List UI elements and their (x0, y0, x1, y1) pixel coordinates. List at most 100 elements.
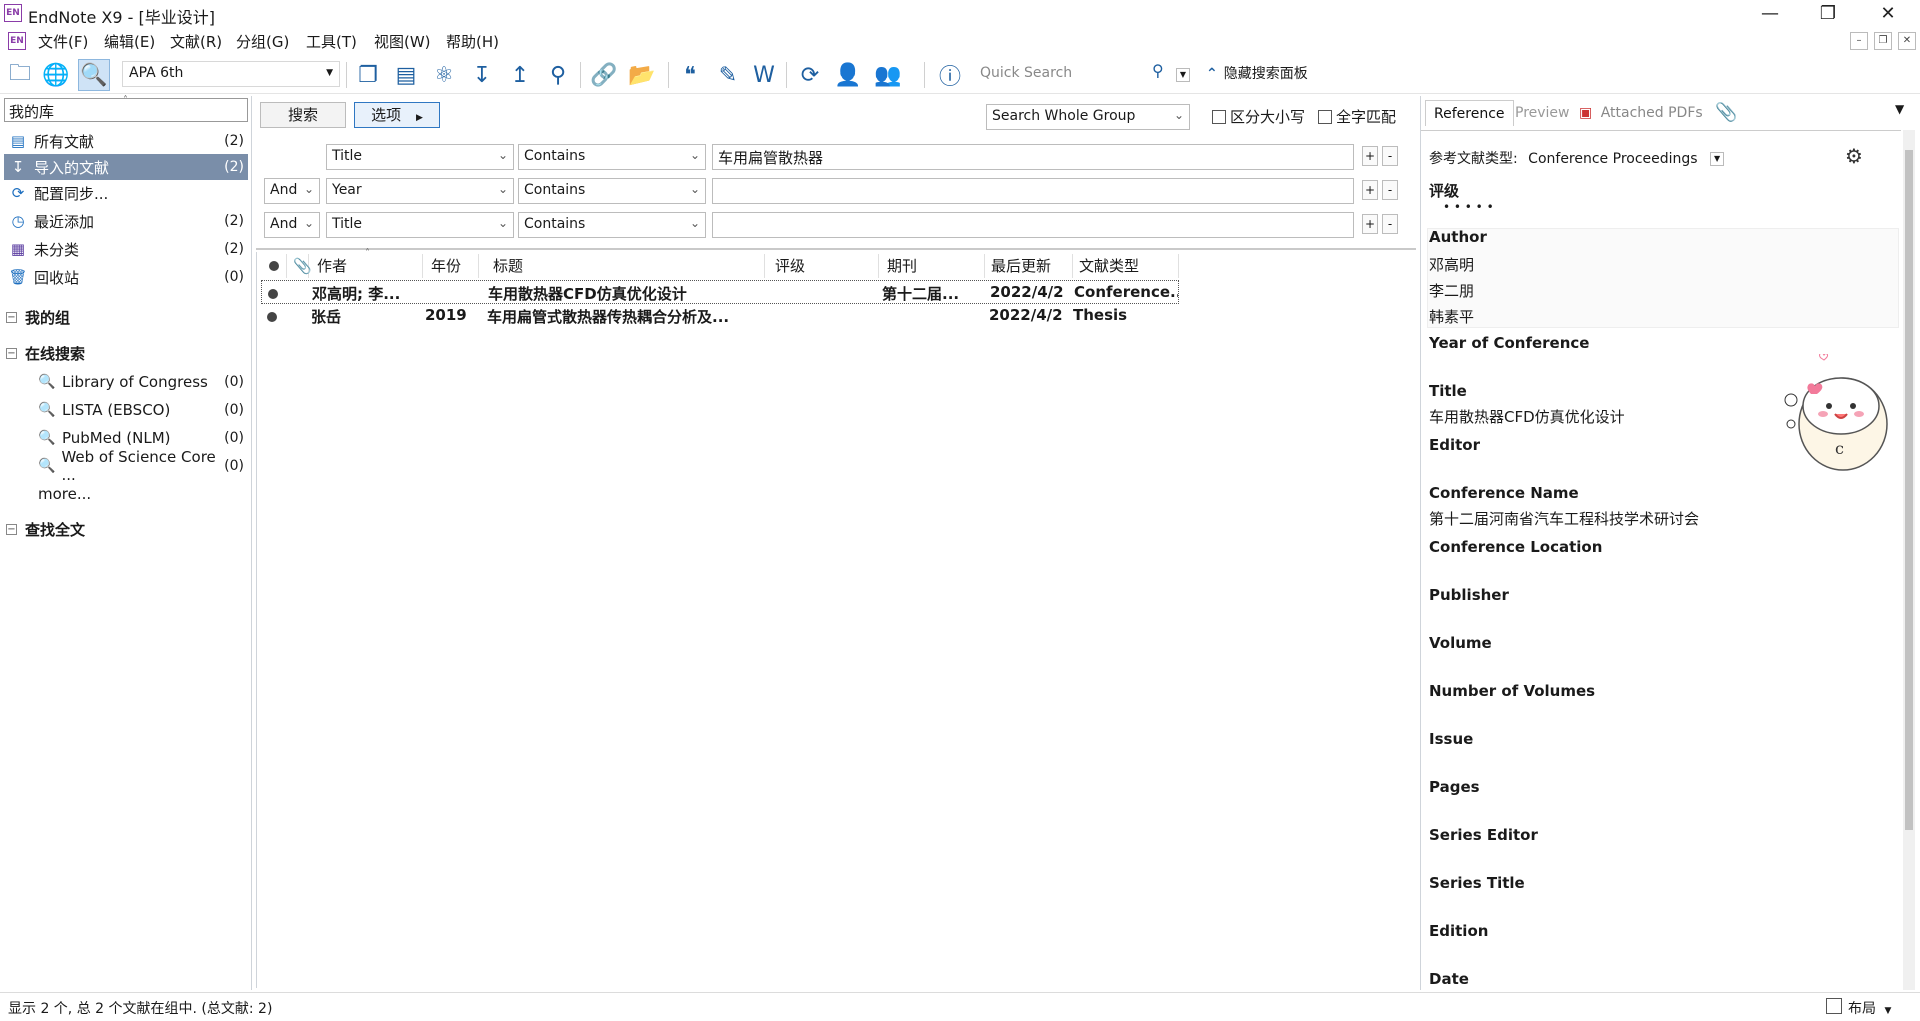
table-row[interactable]: 邓高明; 李... 车用散热器CFD仿真优化设计 第十二届... 2022/4/… (261, 280, 1179, 304)
restore-button[interactable]: ❐ (1800, 0, 1856, 28)
search-bool-select-3[interactable]: And ⌄ (264, 212, 320, 238)
column-header-title[interactable]: 标题 (487, 254, 765, 278)
sidebar-item-trash[interactable]: 🗑 回收站 (0) (4, 264, 248, 290)
insert-citation-icon[interactable]: ❝ (674, 59, 706, 91)
menu-window[interactable]: 视图(W) (374, 31, 431, 52)
sidebar-item-all-references[interactable]: ▤ 所有文献 (2) (4, 128, 248, 154)
column-header-journal[interactable]: 期刊 (881, 254, 985, 278)
read-status-column-header[interactable] (263, 254, 287, 278)
match-words-checkbox[interactable]: 全字匹配 (1318, 106, 1396, 127)
search-operator-select-3[interactable]: Contains ⌄ (518, 212, 706, 238)
add-row-button[interactable]: + (1362, 146, 1378, 166)
menu-groups[interactable]: 分组(G) (236, 31, 289, 52)
online-search-header[interactable]: − 在线搜索 (6, 342, 85, 364)
checkbox-box[interactable] (1212, 109, 1226, 124)
search-field-select-3[interactable]: Title ⌄ (326, 212, 514, 238)
panel-menu-dropdown[interactable]: ▼ (1895, 102, 1904, 116)
checkbox-box[interactable] (1318, 109, 1332, 124)
column-header-reference-type[interactable]: 文献类型 (1073, 254, 1179, 278)
find-fulltext-icon[interactable]: ⚲ (542, 59, 574, 91)
search-icon[interactable]: ⚲ (1152, 61, 1164, 80)
collapse-icon[interactable]: − (6, 523, 17, 535)
search-field-select-1[interactable]: Title ⌄ (326, 144, 514, 170)
sidebar-item-configure-sync[interactable]: ⟳ 配置同步... (4, 180, 248, 206)
layout-icon[interactable] (1826, 998, 1842, 1014)
column-header-rating[interactable]: 评级 (769, 254, 879, 278)
sidebar-item-imported-references[interactable]: ↧ 导入的文献 (2) (4, 154, 248, 180)
menu-file[interactable]: 文件(F) (38, 31, 88, 52)
my-library-header[interactable]: 我的库 ˄ (4, 95, 248, 122)
author-field[interactable] (1427, 228, 1899, 328)
doc-restore-button[interactable]: ❐ (1874, 32, 1892, 50)
table-row[interactable]: 张岳 2019 车用扁管式散热器传热耦合分析及... 2022/4/2 Thes… (261, 304, 1179, 328)
sidebar-item-unfiled[interactable]: ▦ 未分类 (2) (4, 236, 248, 262)
search-bool-select-2[interactable]: And ⌄ (264, 178, 320, 204)
tab-reference[interactable]: Reference (1425, 100, 1514, 126)
search-field-select-2[interactable]: Year ⌄ (326, 178, 514, 204)
collapse-icon[interactable]: − (6, 311, 17, 323)
add-row-button[interactable]: + (1362, 180, 1378, 200)
search-button[interactable]: 搜索 (260, 102, 346, 128)
online-search-icon[interactable]: ⚛ (428, 59, 460, 91)
rating-dots[interactable]: • • • • • (1443, 200, 1494, 214)
format-bibliography-icon[interactable]: ✎ (712, 59, 744, 91)
match-case-checkbox[interactable]: 区分大小写 (1212, 106, 1305, 127)
search-term-input-3[interactable] (712, 212, 1354, 238)
reference-panel-scrollbar[interactable] (1903, 130, 1915, 990)
doc-close-button[interactable]: ✕ (1898, 32, 1916, 50)
help-icon[interactable]: ⓘ (934, 59, 966, 91)
collapse-icon[interactable]: − (6, 347, 17, 359)
remove-row-button[interactable]: - (1382, 214, 1398, 234)
menu-references[interactable]: 文献(R) (170, 31, 222, 52)
new-reference-icon[interactable]: ▤ (390, 59, 422, 91)
doc-minimize-button[interactable]: – (1850, 32, 1868, 50)
quick-search-input[interactable]: Quick Search (976, 61, 1152, 87)
find-fulltext-header[interactable]: − 查找全文 (6, 518, 85, 540)
layout-button[interactable]: 布局 ▼ (1848, 998, 1891, 1018)
menu-help[interactable]: 帮助(H) (446, 31, 499, 52)
close-button[interactable]: ✕ (1860, 0, 1916, 28)
column-header-last-updated[interactable]: 最后更新 (985, 254, 1073, 278)
attachment-column-header[interactable]: 📎 (287, 254, 312, 278)
search-operator-select-2[interactable]: Contains ⌄ (518, 178, 706, 204)
minimize-button[interactable]: — (1742, 0, 1798, 28)
open-link-icon[interactable]: 🔗 (588, 59, 620, 91)
share-library-icon[interactable]: 👤 (832, 59, 864, 91)
online-search-mode-icon[interactable]: 🌐 (40, 59, 72, 91)
scrollbar-thumb[interactable] (1905, 150, 1913, 830)
tab-attached-pdfs[interactable]: ▣ Attached PDFs (1571, 100, 1711, 126)
activity-feed-icon[interactable]: 👥 (872, 59, 904, 91)
gear-icon[interactable]: ⚙ (1845, 144, 1863, 168)
online-item-lista[interactable]: 🔍 LISTA (EBSCO) (0) (38, 398, 248, 422)
online-more-link[interactable]: more... (38, 482, 248, 506)
add-row-button[interactable]: + (1362, 214, 1378, 234)
online-item-web-of-science[interactable]: 🔍 Web of Science Core ... (0) (38, 448, 248, 484)
output-style-select[interactable]: APA 6th ▼ (122, 61, 340, 87)
integrated-library-mode-icon[interactable]: 🔍 (78, 59, 110, 91)
options-button[interactable]: 选项 ▶ (354, 102, 440, 128)
quick-search-options-dropdown[interactable]: ▼ (1176, 68, 1190, 82)
copy-to-library-icon[interactable]: ❐ (352, 59, 384, 91)
sidebar-item-recently-added[interactable]: ◷ 最近添加 (2) (4, 208, 248, 234)
remove-row-button[interactable]: - (1382, 146, 1398, 166)
open-file-icon[interactable]: 📂 (626, 59, 658, 91)
menu-tools[interactable]: 工具(T) (306, 31, 357, 52)
paperclip-icon[interactable]: 📎 (1715, 102, 1737, 123)
document-icon[interactable]: EN (8, 32, 26, 50)
field-value-title[interactable]: 车用散热器CFD仿真优化设计 (1429, 406, 1625, 427)
my-groups-header[interactable]: − 我的组 (6, 306, 70, 328)
column-header-year[interactable]: 年份 (425, 254, 479, 278)
search-term-input-1[interactable]: 车用扁管散热器 (712, 144, 1354, 170)
search-operator-select-1[interactable]: Contains ⌄ (518, 144, 706, 170)
online-item-pubmed[interactable]: 🔍 PubMed (NLM) (0) (38, 426, 248, 450)
search-scope-select[interactable]: Search Whole Group ⌄ (986, 104, 1190, 130)
search-term-input-2[interactable] (712, 178, 1354, 204)
menu-edit[interactable]: 编辑(E) (104, 31, 155, 52)
export-icon[interactable]: ↥ (504, 59, 536, 91)
hide-search-panel-button[interactable]: ⌃ 隐藏搜索面板 (1206, 63, 1308, 83)
sync-icon[interactable]: ⟳ (794, 59, 826, 91)
reference-type-select[interactable]: 参考文献类型: Conference Proceedings ▼ (1429, 148, 1725, 168)
tab-preview[interactable]: Preview (1507, 100, 1578, 126)
local-library-mode-icon[interactable]: 🗀 (4, 59, 36, 91)
online-item-library-of-congress[interactable]: 🔍 Library of Congress (0) (38, 370, 248, 394)
